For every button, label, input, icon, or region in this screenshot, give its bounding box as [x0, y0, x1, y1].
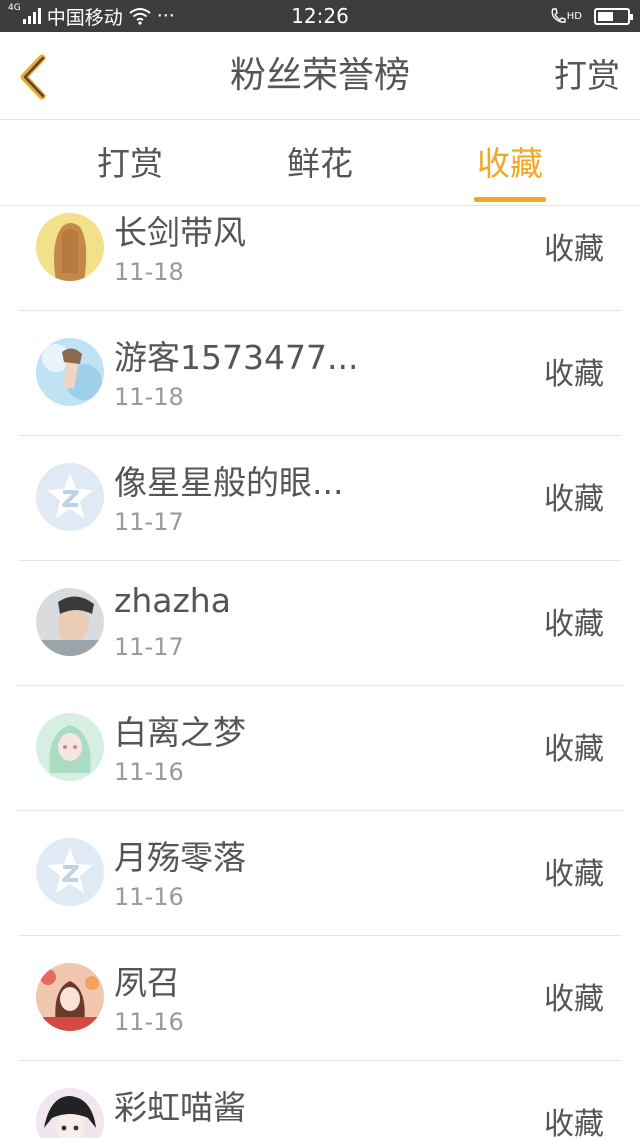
date-label: 11-18	[114, 383, 184, 411]
qq-default-avatar[interactable]	[36, 838, 104, 906]
red-anime-avatar[interactable]	[36, 963, 104, 1031]
app-screen: 4G 中国移动 ··· 12:26 HD 粉丝荣誉榜 打赏 打赏 鲜花 收藏 长…	[0, 0, 640, 1138]
long-hair-girl-avatar[interactable]	[36, 213, 104, 281]
list-item[interactable]: 白离之梦 11-16 收藏	[0, 686, 640, 811]
user-name: 白离之梦	[114, 713, 246, 752]
tab-flowers[interactable]: 鲜花	[260, 121, 380, 206]
user-name: 游客1573477...	[114, 338, 359, 377]
favorite-label: 收藏	[544, 982, 604, 1017]
favorite-label: 收藏	[544, 607, 604, 642]
list-item[interactable]: 游客1573477... 11-18 收藏	[0, 311, 640, 436]
list-item[interactable]: zhazha 11-17 收藏	[0, 561, 640, 686]
tab-label: 鲜花	[287, 144, 353, 183]
battery-icon	[594, 7, 633, 25]
tab-bar: 打赏 鲜花 收藏	[0, 121, 640, 206]
date-label: 11-16	[114, 758, 184, 786]
date-label: 11-18	[114, 258, 184, 286]
list-item[interactable]: 彩虹喵酱 收藏	[0, 1061, 640, 1138]
favorite-label: 收藏	[544, 482, 604, 517]
green-anime-avatar[interactable]	[36, 713, 104, 781]
hd-badge: HD	[566, 11, 582, 22]
anime-girl-avatar[interactable]	[36, 338, 104, 406]
reward-button[interactable]: 打赏	[554, 32, 620, 120]
list-item[interactable]: 月殇零落 11-16 收藏	[0, 811, 640, 936]
favorite-label: 收藏	[544, 357, 604, 392]
photo-man-avatar[interactable]	[36, 588, 104, 656]
status-time: 12:26	[291, 4, 349, 28]
list-item[interactable]: 像星星般的眼... 11-17 收藏	[0, 436, 640, 561]
tab-label: 收藏	[477, 144, 543, 183]
tab-reward[interactable]: 打赏	[70, 121, 190, 206]
status-right: HD	[550, 0, 633, 32]
star-z-icon	[47, 848, 93, 893]
page-title: 粉丝荣誉榜	[229, 55, 410, 96]
navigation-header: 粉丝荣誉榜 打赏	[0, 32, 640, 120]
favorite-label: 收藏	[544, 857, 604, 892]
user-name: 彩虹喵酱	[114, 1088, 246, 1127]
list-item[interactable]: 夙召 11-16 收藏	[0, 936, 640, 1061]
favorite-label: 收藏	[544, 1107, 604, 1138]
user-name: 夙召	[114, 963, 180, 1002]
user-name: 月殇零落	[114, 838, 246, 877]
date-label: 11-17	[114, 633, 184, 661]
dark-anime-avatar[interactable]	[36, 1088, 104, 1138]
active-tab-indicator	[474, 197, 546, 202]
tab-favorites[interactable]: 收藏	[450, 121, 570, 206]
user-name: zhazha	[114, 581, 231, 620]
list-item[interactable]: 长剑带风 11-18 收藏	[0, 207, 640, 311]
tab-label: 打赏	[97, 144, 163, 183]
favorite-label: 收藏	[544, 232, 604, 267]
date-label: 11-17	[114, 508, 184, 536]
user-name: 长剑带风	[114, 213, 246, 252]
phone-icon	[551, 8, 566, 23]
fan-list-content: 长剑带风 11-18 收藏 游客1573477... 11-18 收藏 像星星般…	[0, 207, 640, 1138]
favorite-label: 收藏	[544, 732, 604, 767]
star-z-icon	[47, 473, 93, 518]
date-label: 11-16	[114, 883, 184, 911]
status-bar: 4G 中国移动 ··· 12:26 HD	[0, 0, 640, 32]
hd-call-icon: HD	[550, 7, 582, 25]
user-name: 像星星般的眼...	[114, 463, 344, 502]
qq-default-avatar[interactable]	[36, 463, 104, 531]
date-label: 11-16	[114, 1008, 184, 1036]
fan-list[interactable]: 长剑带风 11-18 收藏 游客1573477... 11-18 收藏 像星星般…	[0, 207, 640, 1138]
battery-level	[598, 11, 614, 21]
